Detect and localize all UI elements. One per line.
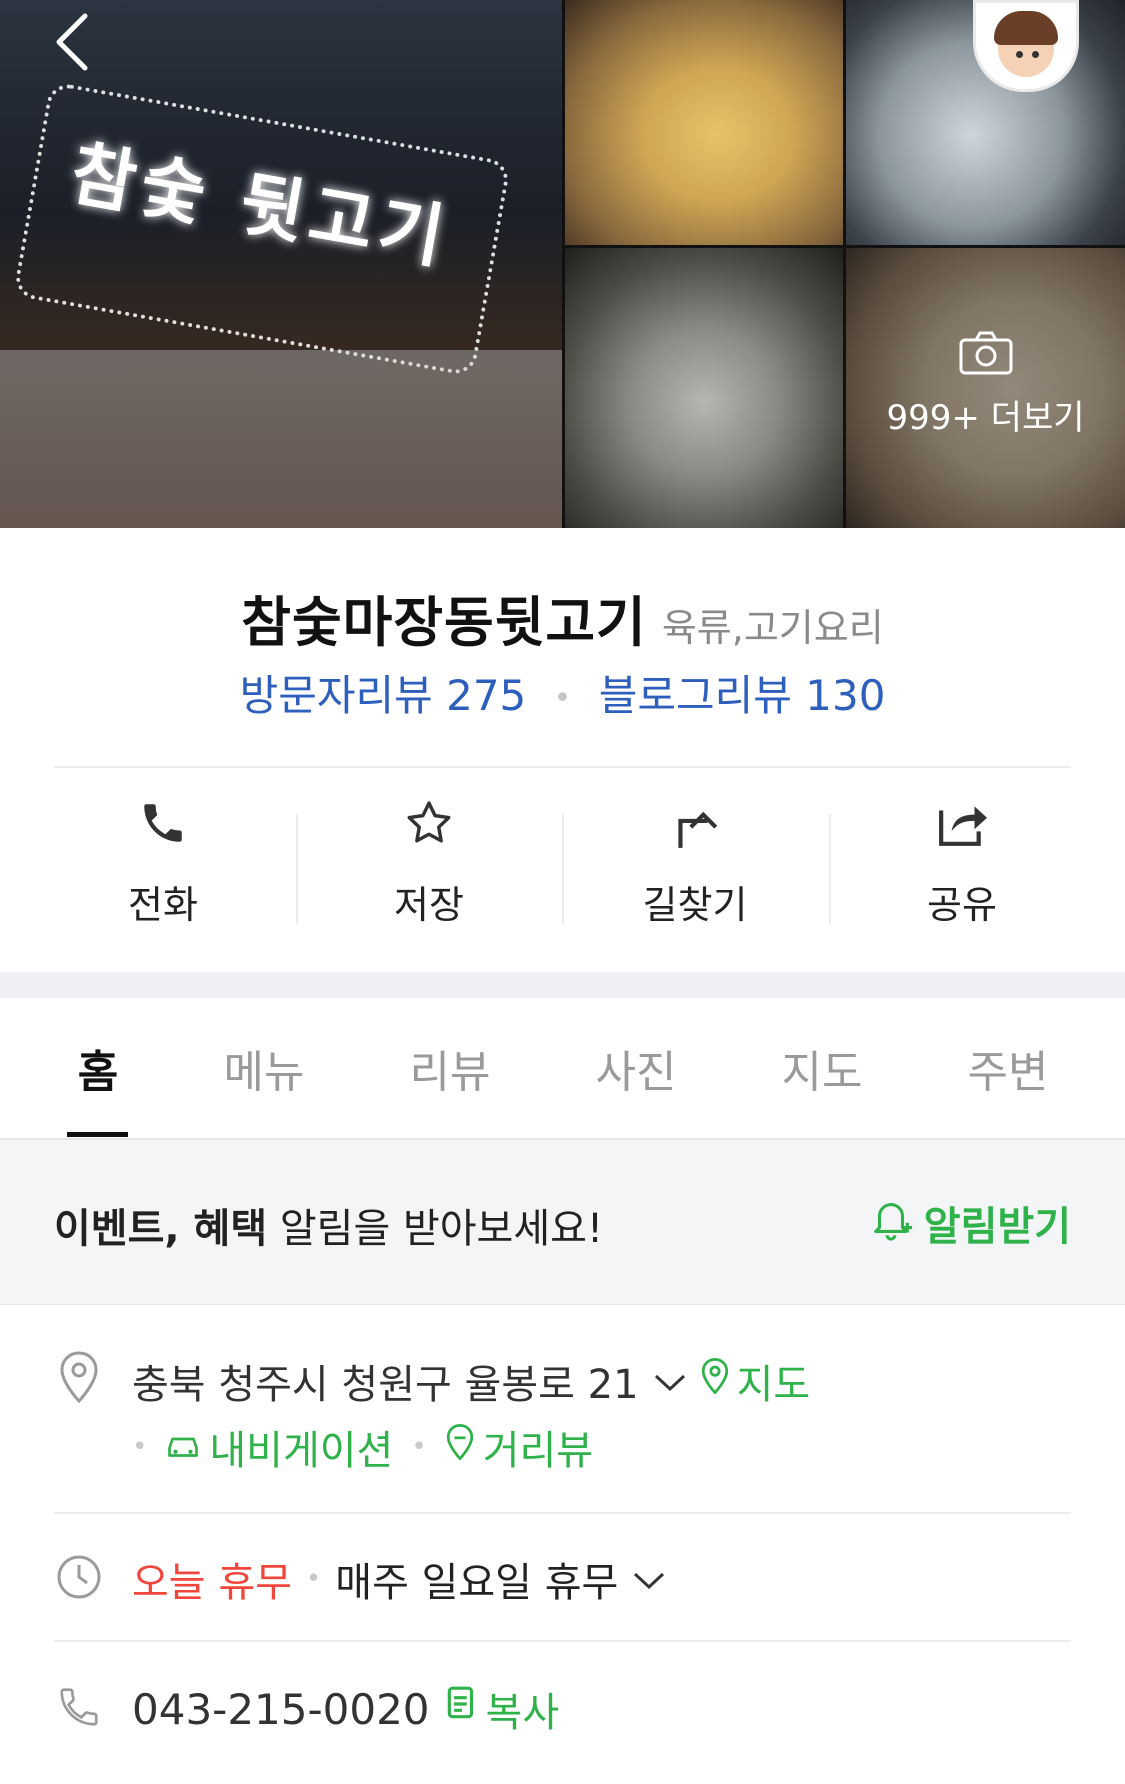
notification-text: 이벤트, 혜택 알림을 받아보세요! <box>54 1196 603 1254</box>
divider <box>54 766 1071 768</box>
storefront-photo[interactable]: 참숯 뒷고기 <box>0 0 562 528</box>
tab-nearby[interactable]: 주변 <box>938 1036 1078 1100</box>
more-photos-button[interactable]: 999+ 더보기 <box>846 330 1125 439</box>
place-name: 참숯마장동뒷고기 <box>241 591 647 654</box>
navigation-link[interactable]: 내비게이션 <box>165 1418 393 1476</box>
tab-photos[interactable]: 사진 <box>566 1036 706 1100</box>
separator-dot: • <box>553 681 572 716</box>
tab-map[interactable]: 지도 <box>752 1036 892 1100</box>
photo-gallery[interactable]: 참숯 뒷고기 999+ 더보기 <box>0 0 1125 528</box>
phone-number[interactable]: 043-215-0020 <box>132 1685 430 1734</box>
save-label: 저장 <box>394 883 464 927</box>
copy-label: 복사 <box>485 1690 560 1736</box>
today-status: 오늘 휴무 <box>132 1560 292 1606</box>
share-icon <box>934 798 990 852</box>
directions-label: 길찾기 <box>642 883 748 927</box>
map-link[interactable]: 지도 <box>701 1352 811 1410</box>
phone-row: 043-215-0020 복사 <box>132 1680 559 1738</box>
tab-home[interactable]: 홈 <box>28 1036 168 1100</box>
separator-dot: • <box>411 1432 427 1462</box>
chevron-left-icon <box>51 12 91 76</box>
call-button[interactable]: 전화 <box>30 790 296 940</box>
active-tab-indicator <box>67 1132 128 1137</box>
my-profile-avatar[interactable] <box>973 0 1079 92</box>
section-gap <box>0 972 1125 998</box>
subscribe-alerts-label: 알림받기 <box>923 1204 1071 1250</box>
hours-row[interactable]: 오늘 휴무 • 매주 일요일 휴무 <box>132 1550 666 1608</box>
action-bar: 전화 저장 길찾기 공유 <box>0 790 1125 940</box>
save-button[interactable]: 저장 <box>296 790 562 940</box>
navigation-link-label: 내비게이션 <box>209 1428 394 1474</box>
share-label: 공유 <box>927 883 997 927</box>
tab-reviews[interactable]: 리뷰 <box>380 1036 520 1100</box>
map-link-label: 지도 <box>736 1362 811 1408</box>
avatar-eye <box>1016 51 1023 58</box>
notification-banner: 이벤트, 혜택 알림을 받아보세요! 알림받기 <box>0 1140 1125 1305</box>
share-button[interactable]: 공유 <box>829 790 1095 940</box>
separator-dot: • <box>132 1432 148 1462</box>
avatar-eye <box>1032 51 1039 58</box>
streetview-link-label: 거리뷰 <box>482 1428 594 1474</box>
star-icon <box>402 797 456 853</box>
separator-dot: • <box>305 1564 322 1594</box>
phone-icon <box>138 798 188 852</box>
car-icon <box>165 1424 201 1470</box>
more-photos-label: 999+ 더보기 <box>886 398 1085 438</box>
hours-detail: 매주 일요일 휴무 <box>335 1560 619 1606</box>
divider <box>54 1640 1071 1642</box>
chevron-down-icon[interactable] <box>632 1556 666 1602</box>
address-row: 충북 청주시 청원구 율봉로 21 지도 <box>132 1352 810 1410</box>
location-pin-icon <box>54 1351 104 1403</box>
chevron-down-icon[interactable] <box>653 1358 687 1404</box>
notification-bold-text: 이벤트, 혜택 <box>54 1206 268 1252</box>
place-category: 육류,고기요리 <box>661 606 884 650</box>
directions-icon <box>670 796 720 854</box>
map-pin-icon <box>701 1357 729 1404</box>
phone-outline-icon <box>54 1682 104 1732</box>
bell-plus-icon <box>868 1195 914 1251</box>
camera-icon <box>958 331 1014 380</box>
streetview-pin-icon <box>445 1423 475 1470</box>
directions-button[interactable]: 길찾기 <box>562 790 828 940</box>
back-button[interactable] <box>46 12 96 76</box>
review-links: 방문자리뷰 275 • 블로그리뷰 130 <box>0 662 1125 723</box>
food-photo-grilled-meat[interactable] <box>565 248 843 528</box>
food-photo-bean-sprouts[interactable] <box>565 0 843 245</box>
tab-bar: 홈 메뉴 리뷰 사진 지도 주변 <box>0 998 1125 1140</box>
tab-menu[interactable]: 메뉴 <box>194 1036 334 1100</box>
notification-rest-text: 알림을 받아보세요! <box>267 1206 603 1252</box>
subscribe-alerts-button[interactable]: 알림받기 <box>868 1194 1071 1252</box>
place-title-row: 참숯마장동뒷고기 육류,고기요리 <box>0 578 1125 657</box>
address-sub-links: • 내비게이션 • 거리뷰 <box>132 1418 593 1476</box>
address-text[interactable]: 충북 청주시 청원구 율봉로 21 <box>132 1352 639 1410</box>
visitor-reviews-link[interactable]: 방문자리뷰 275 <box>240 671 527 720</box>
divider <box>54 1512 1071 1514</box>
storefront-curtain <box>0 350 562 528</box>
copy-phone-button[interactable]: 복사 <box>446 1680 560 1738</box>
clock-icon <box>54 1552 104 1602</box>
copy-icon <box>446 1685 478 1733</box>
avatar-hair <box>994 11 1058 45</box>
blog-reviews-link[interactable]: 블로그리뷰 130 <box>599 671 886 720</box>
call-label: 전화 <box>128 883 198 927</box>
streetview-link[interactable]: 거리뷰 <box>445 1418 593 1476</box>
